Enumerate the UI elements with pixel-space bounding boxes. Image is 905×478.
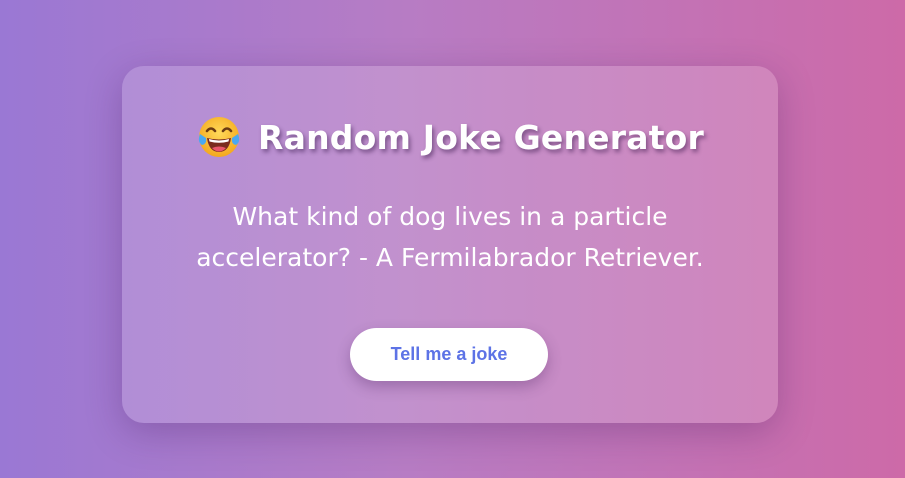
joke-text: What kind of dog lives in a particle acc… [196, 202, 704, 272]
joke-card: Random Joke Generator What kind of dog l… [122, 66, 778, 423]
page-title: Random Joke Generator [257, 117, 705, 157]
card-header: Random Joke Generator [122, 112, 778, 162]
tell-joke-button[interactable]: Tell me a joke [350, 328, 548, 381]
face-with-tears-of-joy-icon [196, 114, 242, 160]
